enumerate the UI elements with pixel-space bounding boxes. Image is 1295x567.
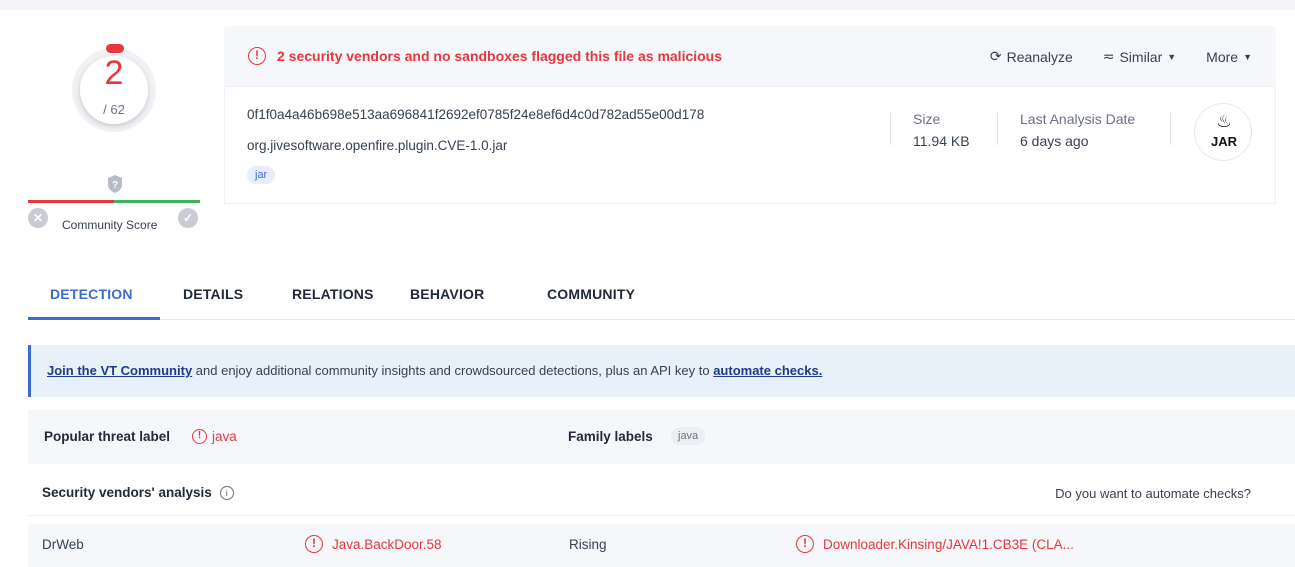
svg-text:?: ? <box>112 180 118 191</box>
reanalyze-button[interactable]: ⟳ Reanalyze <box>990 48 1073 65</box>
popular-threat-value[interactable]: ! java <box>192 429 237 444</box>
file-name: org.jivesoftware.openfire.plugin.CVE-1.0… <box>247 138 508 153</box>
file-info: 0f1f0a4a46b698e513aa696841f2692ef0785f24… <box>224 86 1276 204</box>
vendor-result: ! Downloader.Kinsing/JAVA!1.CB3E (CLA... <box>796 535 1074 553</box>
question-icon: ? <box>108 175 122 193</box>
community-score-label: Community Score <box>62 218 158 232</box>
file-tag[interactable]: jar <box>247 166 276 184</box>
size-label: Size <box>913 111 941 127</box>
vendor-result: ! Java.BackDoor.58 <box>305 535 442 553</box>
family-label-pill[interactable]: java <box>671 427 706 445</box>
vendor-result-text: Downloader.Kinsing/JAVA!1.CB3E (CLA... <box>823 536 1074 552</box>
caret-down-icon: ▼ <box>1243 51 1252 62</box>
tab-details[interactable]: DETAILS <box>183 286 243 302</box>
last-analysis-label: Last Analysis Date <box>1020 111 1136 127</box>
vendors-analysis-header: Security vendors' analysis i Do you want… <box>28 472 1295 516</box>
thumbs-up-icon[interactable]: ✓ <box>178 208 198 228</box>
detection-score-widget: 2 / 62 ? ✕ Community Score ✓ <box>28 22 200 242</box>
card-actions: ⟳ Reanalyze ≂ Similar ▼ More ▼ <box>990 48 1252 65</box>
similar-label: Similar <box>1119 48 1163 65</box>
divider <box>997 113 998 145</box>
size-value: 11.94 KB <box>913 133 970 149</box>
threat-labels-row: Popular threat label ! java Family label… <box>28 410 1295 464</box>
tab-detection[interactable]: DETECTION <box>50 286 133 302</box>
malicious-alert-text: 2 security vendors and no sandboxes flag… <box>277 48 723 64</box>
alert-circle-icon: ! <box>192 429 207 444</box>
community-banner: Join the VT Community and enjoy addition… <box>28 345 1295 397</box>
active-tab-indicator <box>28 317 160 320</box>
detection-total: / 62 <box>103 102 125 117</box>
top-strip <box>0 0 1295 10</box>
join-community-link[interactable]: Join the VT Community <box>47 363 192 378</box>
divider <box>890 113 891 145</box>
file-type-badge: ♨ JAR <box>1194 103 1252 161</box>
popular-threat-label: Popular threat label <box>44 429 171 444</box>
divider <box>1170 113 1171 145</box>
table-row: DrWeb ! Java.BackDoor.58 Rising ! Downlo… <box>28 524 1295 567</box>
community-score-bar <box>28 200 200 203</box>
vendor-result-text: Java.BackDoor.58 <box>332 536 442 552</box>
tab-relations[interactable]: RELATIONS <box>292 286 374 302</box>
score-ring <box>72 44 156 132</box>
automate-checks-link[interactable]: automate checks. <box>713 363 822 378</box>
card-header: ! 2 security vendors and no sandboxes fl… <box>224 26 1276 86</box>
file-type-label: JAR <box>1210 134 1237 149</box>
detection-count: 2 <box>104 54 124 92</box>
more-button[interactable]: More ▼ <box>1206 48 1252 65</box>
vendors-title-text: Security vendors' analysis <box>42 485 212 500</box>
file-hash[interactable]: 0f1f0a4a46b698e513aa696841f2692ef0785f24… <box>247 107 704 122</box>
java-cup-icon: ♨ <box>1216 112 1232 131</box>
reanalyze-label: Reanalyze <box>1006 48 1073 65</box>
last-analysis-value: 6 days ago <box>1020 133 1089 149</box>
thumbs-down-icon[interactable]: ✕ <box>28 208 48 228</box>
alert-circle-icon: ! <box>248 47 266 65</box>
tab-community[interactable]: COMMUNITY <box>547 286 635 302</box>
similar-icon: ≂ <box>1102 48 1115 64</box>
info-icon[interactable]: i <box>219 485 234 500</box>
family-labels-label: Family labels <box>568 429 653 444</box>
automate-checks-prompt[interactable]: Do you want to automate checks? <box>1055 486 1251 501</box>
more-label: More <box>1206 48 1239 65</box>
tab-behavior[interactable]: BEHAVIOR <box>410 286 484 302</box>
alert-circle-icon: ! <box>796 535 814 553</box>
banner-middle-text: and enjoy additional community insights … <box>192 363 714 378</box>
similar-button[interactable]: ≂ Similar ▼ <box>1103 48 1176 65</box>
tab-bar: DETECTION DETAILS RELATIONS BEHAVIOR COM… <box>28 272 1295 320</box>
refresh-icon: ⟳ <box>989 48 1002 64</box>
alert-circle-icon: ! <box>305 535 323 553</box>
vendors-analysis-title: Security vendors' analysis i <box>42 485 234 500</box>
caret-down-icon: ▼ <box>1167 51 1177 62</box>
vendor-name: DrWeb <box>42 537 84 552</box>
vendor-name: Rising <box>569 537 607 552</box>
file-summary-card: ! 2 security vendors and no sandboxes fl… <box>224 26 1276 204</box>
banner-text: Join the VT Community and enjoy addition… <box>47 363 822 378</box>
threat-value-text: java <box>212 429 237 444</box>
